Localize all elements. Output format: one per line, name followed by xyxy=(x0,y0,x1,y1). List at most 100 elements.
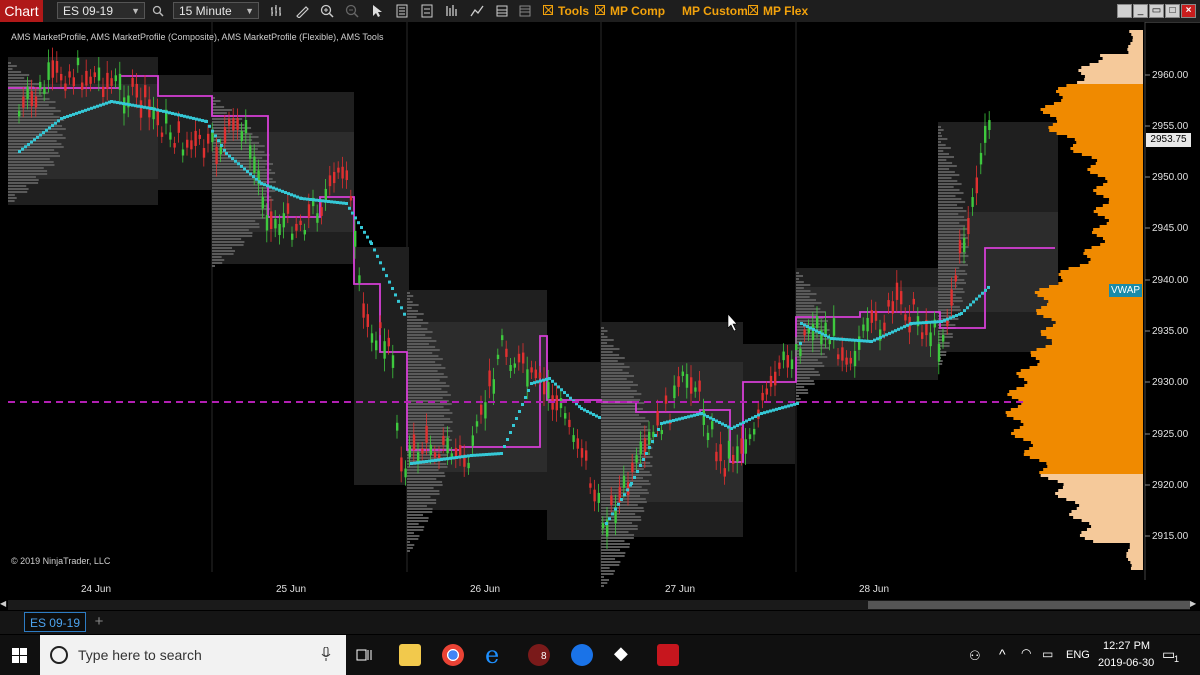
horizontal-scrollbar[interactable] xyxy=(8,600,1190,610)
profile-histogram-bar xyxy=(407,301,413,303)
indicators-icon[interactable] xyxy=(443,2,461,20)
microphone-icon[interactable] xyxy=(321,647,331,663)
language-indicator[interactable]: ENG xyxy=(1066,649,1090,661)
profile-histogram-bar xyxy=(212,208,271,210)
composite-profile-bar xyxy=(1056,132,1143,135)
vwap-dot xyxy=(512,424,515,427)
composite-profile-bar xyxy=(1109,198,1143,201)
profile-histogram-bar xyxy=(601,546,630,548)
templates-icon[interactable] xyxy=(493,2,511,20)
properties-icon[interactable] xyxy=(418,2,436,20)
search-icon[interactable] xyxy=(149,2,167,20)
vwap-dot xyxy=(799,342,802,345)
tools-toggle-check-icon[interactable] xyxy=(543,5,553,15)
zoom-out-icon[interactable] xyxy=(343,2,361,20)
dropbox-icon[interactable]: ◆ xyxy=(614,643,628,664)
taskbar-search-box[interactable]: Type here to search xyxy=(40,635,346,675)
vwap-dot xyxy=(900,326,903,330)
vwap-dot xyxy=(327,200,330,203)
composite-profile-bar xyxy=(1093,189,1143,192)
scroll-right-icon[interactable]: ▶ xyxy=(1190,598,1198,610)
clock-date[interactable]: 2019-06-30 xyxy=(1098,657,1154,669)
drawing-tool-icon[interactable] xyxy=(293,2,311,20)
instrument-selector[interactable]: ES 09-19 ▼ xyxy=(57,2,145,19)
app-red-icon[interactable] xyxy=(657,644,679,666)
candle-body xyxy=(664,395,668,404)
price-axis-label: 2960.00 xyxy=(1152,70,1189,81)
profile-histogram-bar xyxy=(938,186,954,188)
battery-icon[interactable]: ▭ xyxy=(1042,647,1053,661)
pointer-icon[interactable] xyxy=(368,2,386,20)
candle-body xyxy=(879,329,882,341)
mp-comp-button[interactable]: MP Comp xyxy=(610,0,665,22)
minimize-button[interactable] xyxy=(1117,4,1132,18)
mp-flex-toggle-check-icon[interactable] xyxy=(748,5,758,15)
wifi-icon[interactable]: ◠ xyxy=(1021,646,1031,660)
ninjatrader-icon[interactable]: 8 xyxy=(528,644,550,666)
bars-type-icon[interactable] xyxy=(268,2,286,20)
candle-body xyxy=(202,148,206,158)
data-box-icon[interactable] xyxy=(393,2,411,20)
candle-body xyxy=(391,355,395,368)
restore-window-icon[interactable]: ▭ xyxy=(1149,4,1164,18)
composite-profile-bar xyxy=(1045,105,1143,108)
vwap-dot xyxy=(882,334,885,338)
vwap-dot xyxy=(159,109,162,113)
profile-histogram-bar xyxy=(601,579,609,581)
teamviewer-icon[interactable] xyxy=(571,644,593,666)
vwap-dot xyxy=(72,112,75,116)
composite-profile-bar xyxy=(1057,120,1143,123)
add-tab-button[interactable]: + xyxy=(91,612,107,632)
scrollbar-thumb[interactable] xyxy=(868,601,1190,609)
chart-tab[interactable]: Chart xyxy=(0,0,43,22)
vwap-dot xyxy=(730,427,733,430)
profile-histogram-bar xyxy=(796,275,804,277)
composite-profile-bar xyxy=(1061,99,1143,102)
price-axis-label: 2950.00 xyxy=(1152,172,1189,183)
candle-body xyxy=(505,348,508,357)
composite-profile-bar xyxy=(1104,240,1143,243)
edge-icon[interactable]: e xyxy=(485,641,499,669)
chrome-icon[interactable] xyxy=(442,644,464,666)
composite-profile-bar xyxy=(1071,510,1143,513)
mp-flex-button[interactable]: MP Flex xyxy=(763,0,808,22)
profile-histogram-bar xyxy=(407,481,443,483)
candle-body xyxy=(282,213,285,228)
windows-start-icon[interactable] xyxy=(12,648,28,669)
mp-comp-toggle-check-icon[interactable] xyxy=(595,5,605,15)
minimize-window-icon[interactable]: _ xyxy=(1133,4,1148,18)
composite-profile-bar xyxy=(1081,72,1143,75)
profile-histogram-bar xyxy=(938,273,968,275)
clock-time[interactable]: 12:27 PM xyxy=(1103,640,1150,652)
vwap-dot xyxy=(975,297,978,301)
candle-body xyxy=(942,335,945,342)
vwap-dot xyxy=(718,421,721,424)
interval-selector[interactable]: 15 Minute ▼ xyxy=(173,2,259,19)
strategies-icon[interactable] xyxy=(468,2,486,20)
profile-histogram-bar xyxy=(407,295,414,297)
composite-profile-bar xyxy=(1084,75,1143,78)
mp-custom-button[interactable]: MP Custom xyxy=(682,0,748,22)
vwap-dot xyxy=(174,112,177,116)
profile-histogram-bar xyxy=(796,293,817,295)
tools-button[interactable]: Tools xyxy=(558,0,589,22)
vwap-dot xyxy=(128,103,131,107)
vwap-dot xyxy=(180,114,183,118)
vwap-dot xyxy=(706,415,709,418)
profile-histogram-bar xyxy=(407,514,423,516)
instrument-tab[interactable]: ES 09-19 xyxy=(24,612,86,632)
profile-histogram-bar xyxy=(212,253,234,255)
composite-profile-bar xyxy=(1126,552,1143,555)
maximize-window-icon[interactable]: □ xyxy=(1165,4,1180,18)
zoom-in-icon[interactable] xyxy=(318,2,336,20)
task-view-icon[interactable] xyxy=(356,647,374,663)
vwap-dot xyxy=(580,407,583,410)
scroll-left-icon[interactable]: ◀ xyxy=(0,598,8,610)
tray-chevron-icon[interactable]: ^ xyxy=(999,646,1006,662)
file-explorer-icon[interactable] xyxy=(399,644,421,666)
grid-icon[interactable] xyxy=(516,2,534,20)
price-chart[interactable] xyxy=(0,22,1200,602)
close-window-button[interactable]: × xyxy=(1181,4,1196,18)
people-icon[interactable]: ⚇ xyxy=(969,648,981,664)
profile-histogram-bar xyxy=(601,477,644,479)
